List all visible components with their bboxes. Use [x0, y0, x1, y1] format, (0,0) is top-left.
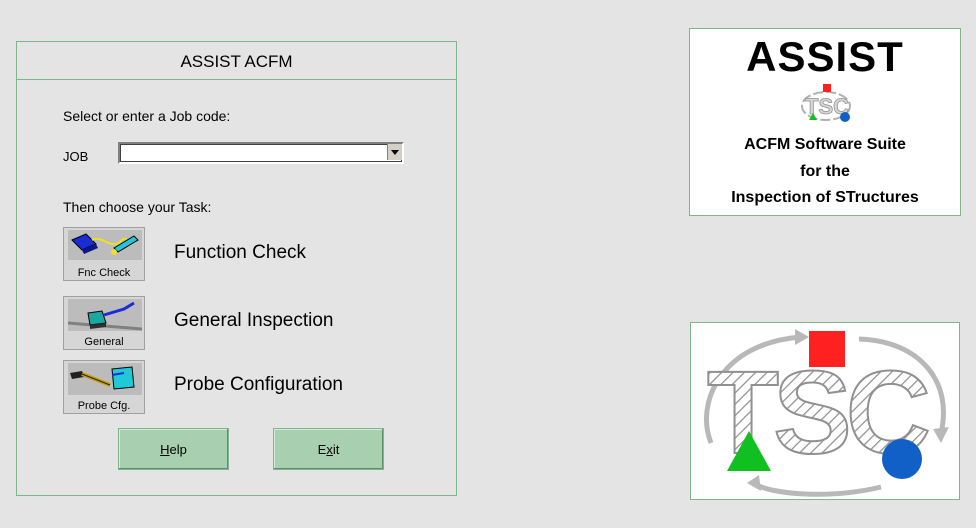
- task-icon-label: General: [84, 336, 124, 348]
- job-prompt: Select or enter a Job code:: [63, 108, 231, 124]
- task-prompt: Then choose your Task:: [63, 199, 212, 215]
- probe-configuration-icon: [68, 363, 142, 395]
- assist-logo-title: ASSIST: [746, 33, 904, 80]
- chevron-down-icon: [391, 149, 399, 155]
- exit-label-rest: it: [332, 441, 340, 457]
- function-check-icon: [68, 230, 142, 260]
- task-icon-label: Probe Cfg.: [77, 400, 131, 412]
- tsc-logo-icon: TSC: [704, 329, 949, 497]
- probe-configuration-label[interactable]: Probe Configuration: [174, 374, 343, 396]
- main-panel: ASSIST ACFM Select or enter a Job code: …: [16, 41, 457, 496]
- exit-label-start: E: [317, 441, 327, 457]
- assist-logo-box: ASSIST TSC ACFM Software Suite for the I…: [689, 28, 961, 216]
- tsc-mini-logo-icon: TSC: [801, 84, 851, 122]
- subtitle-line-1: ACFM Software Suite: [744, 136, 906, 153]
- help-label-rest: elp: [169, 441, 187, 457]
- help-mnemonic: H: [160, 441, 170, 457]
- title-divider: [17, 79, 456, 80]
- help-button[interactable]: Help: [118, 428, 229, 470]
- general-inspection-button[interactable]: General: [63, 296, 145, 350]
- exit-button[interactable]: Ex it: [273, 428, 384, 470]
- job-combobox[interactable]: [118, 142, 404, 164]
- subtitle-line-3: Inspection of STructures: [731, 189, 919, 206]
- task-icon-label: Fnc Check: [77, 267, 131, 279]
- general-inspection-label[interactable]: General Inspection: [174, 310, 334, 332]
- panel-title: ASSIST ACFM: [180, 52, 293, 71]
- subtitle-line-2: for the: [800, 163, 850, 180]
- probe-configuration-button[interactable]: Probe Cfg.: [63, 360, 145, 414]
- tsc-logo-box: TSC: [690, 322, 960, 500]
- function-check-button[interactable]: Fnc Check: [63, 227, 145, 281]
- general-inspection-icon: [68, 299, 142, 331]
- job-dropdown-button[interactable]: [387, 144, 402, 160]
- job-label: JOB: [63, 149, 89, 164]
- function-check-label[interactable]: Function Check: [174, 242, 306, 264]
